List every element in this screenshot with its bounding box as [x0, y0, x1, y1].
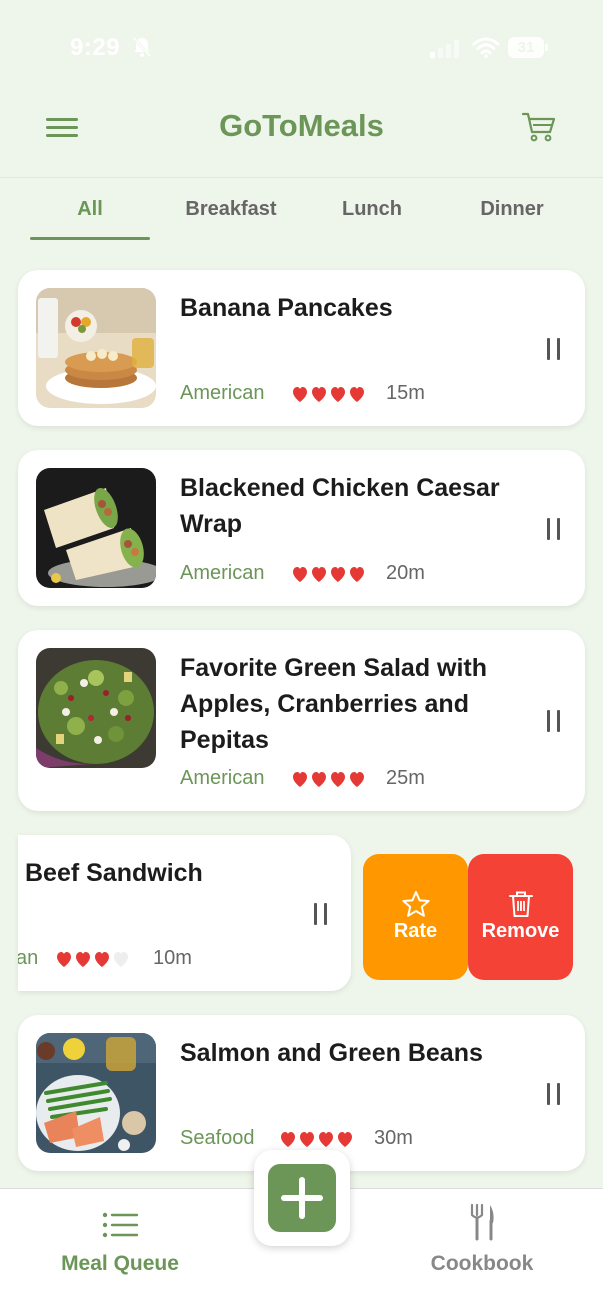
meal-name: Banana Pancakes	[180, 294, 393, 322]
tab-lunch[interactable]: Lunch	[312, 182, 432, 240]
meal-thumbnail	[36, 468, 156, 588]
list-icon	[102, 1212, 139, 1238]
heart-icon	[293, 567, 307, 582]
meal-card-swiped[interactable]: Beef Sandwich an 10m	[18, 835, 351, 991]
meal-card[interactable]: Favorite Green Salad with Apples, Cranbe…	[18, 630, 585, 811]
heart-icon	[312, 387, 326, 402]
rate-label: Rate	[393, 920, 438, 942]
drag-handle-icon[interactable]	[547, 338, 561, 360]
add-meal-button-container	[254, 1150, 350, 1246]
heart-icon	[293, 772, 307, 787]
meal-cuisine: American	[180, 767, 265, 789]
tab-breakfast[interactable]: Breakfast	[165, 182, 297, 240]
heart-icon	[350, 387, 364, 402]
status-bar: 9:29 31	[0, 0, 603, 90]
battery-icon: 31	[508, 37, 548, 59]
meal-name: Beef Sandwich	[25, 859, 203, 887]
meal-thumbnail	[36, 648, 156, 768]
heart-icon	[350, 772, 364, 787]
heart-icon	[338, 1132, 352, 1147]
trash-icon	[509, 891, 533, 917]
rating-hearts	[57, 952, 128, 967]
meal-thumbnail	[36, 1033, 156, 1153]
rating-hearts	[293, 387, 364, 402]
meal-meta: American 20m	[180, 562, 480, 592]
meal-cuisine: Seafood	[180, 1127, 255, 1149]
meal-meta: American 25m	[180, 767, 480, 797]
heart-icon	[319, 1132, 333, 1147]
bell-slash-icon	[132, 37, 152, 57]
meal-meta: American 15m	[180, 382, 480, 412]
heart-icon	[331, 772, 345, 787]
battery-level: 31	[517, 39, 535, 56]
meal-name: Blackened Chicken Caesar Wrap	[180, 474, 500, 538]
nav-meal-queue[interactable]: Meal Queue	[40, 1209, 200, 1279]
drag-handle-icon[interactable]	[314, 903, 328, 925]
heart-icon	[331, 567, 345, 582]
rating-hearts	[293, 567, 364, 582]
drag-handle-icon[interactable]	[547, 1083, 561, 1105]
meal-card[interactable]: Banana Pancakes American 15m	[18, 270, 585, 426]
heart-icon	[350, 567, 364, 582]
heart-icon	[312, 772, 326, 787]
meal-time: 15m	[386, 382, 425, 404]
tab-indicator	[30, 237, 150, 240]
meal-name: Favorite Green Salad with Apples, Cranbe…	[180, 654, 488, 754]
meal-meta: an 10m	[18, 947, 276, 977]
heart-icon	[331, 387, 345, 402]
meal-card[interactable]: Salmon and Green Beans Seafood 30m	[18, 1015, 585, 1171]
tab-all[interactable]: All	[30, 182, 150, 240]
heart-icon	[312, 567, 326, 582]
heart-icon	[76, 952, 90, 967]
app-header: GoToMeals	[0, 90, 603, 178]
meal-time: 20m	[386, 562, 425, 584]
drag-handle-icon[interactable]	[547, 518, 561, 540]
signal-icon	[430, 40, 459, 58]
remove-label: Remove	[481, 920, 560, 942]
category-tabs: All Breakfast Lunch Dinner	[0, 182, 603, 242]
rating-hearts	[281, 1132, 352, 1147]
nav-cookbook-label: Cookbook	[430, 1252, 534, 1275]
meal-cuisine: an	[18, 947, 39, 969]
rate-button[interactable]: Rate	[363, 854, 468, 980]
add-meal-button[interactable]	[268, 1164, 336, 1232]
meal-time: 25m	[386, 767, 425, 789]
nav-cookbook[interactable]: Cookbook	[402, 1203, 562, 1279]
cart-icon[interactable]	[521, 110, 557, 144]
tab-dinner[interactable]: Dinner	[452, 182, 572, 240]
heart-icon	[300, 1132, 314, 1147]
heart-icon	[57, 952, 71, 967]
heart-icon	[293, 387, 307, 402]
status-time: 9:29	[70, 34, 121, 61]
meal-time: 10m	[153, 947, 192, 969]
heart-icon	[281, 1132, 295, 1147]
rating-hearts	[293, 772, 364, 787]
plus-icon	[281, 1177, 323, 1219]
wifi-icon	[472, 37, 500, 58]
meal-cuisine: American	[180, 562, 265, 584]
heart-icon	[95, 952, 109, 967]
fork-knife-icon	[470, 1203, 494, 1241]
meal-thumbnail	[36, 288, 156, 408]
drag-handle-icon[interactable]	[547, 710, 561, 732]
meal-name: Salmon and Green Beans	[180, 1039, 483, 1067]
remove-button[interactable]: Remove	[468, 854, 573, 980]
app-title: GoToMeals	[219, 108, 384, 143]
nav-meal-queue-label: Meal Queue	[61, 1252, 179, 1275]
meal-time: 30m	[374, 1127, 413, 1149]
star-icon	[402, 891, 430, 917]
meal-card[interactable]: Blackened Chicken Caesar Wrap American 2…	[18, 450, 585, 606]
meal-cuisine: American	[180, 382, 265, 404]
heart-icon	[114, 952, 128, 967]
